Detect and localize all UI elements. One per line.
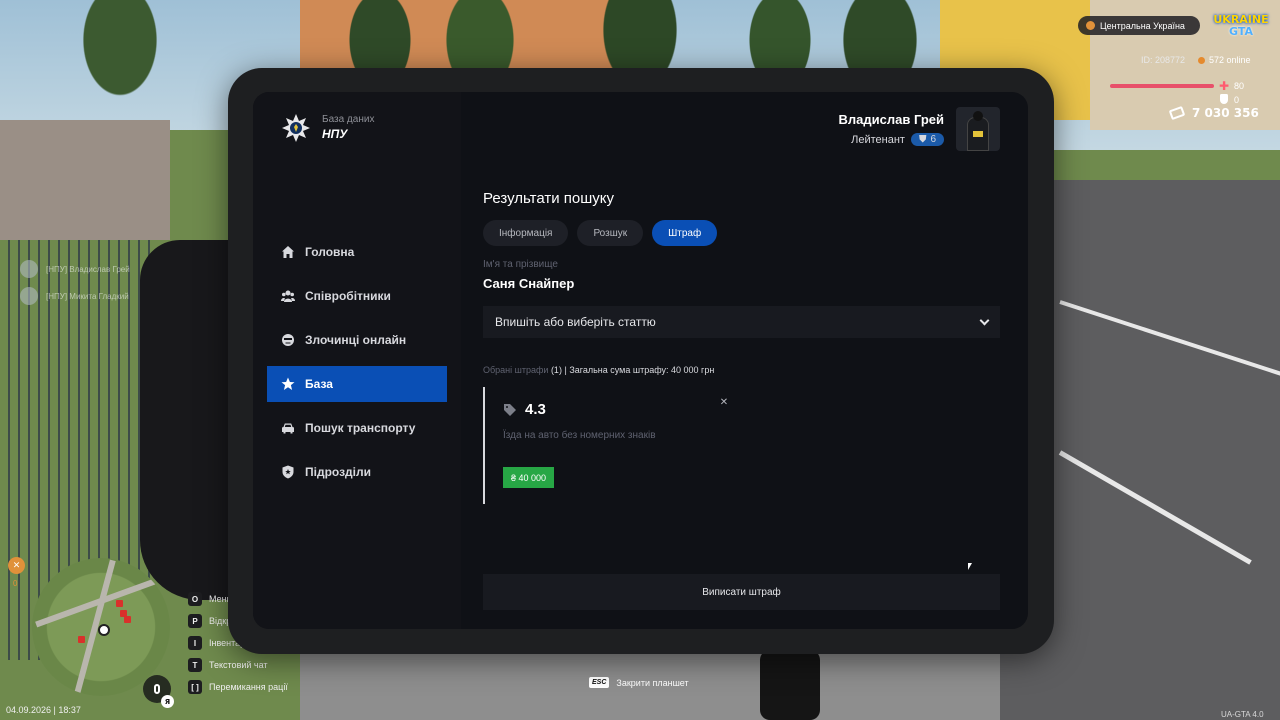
esc-key: ESC — [589, 677, 610, 688]
users-icon — [281, 289, 295, 303]
summary-label: Обрані штрафи — [483, 365, 549, 375]
voice-feed: [НПУ] Владислав Грей [НПУ] Микита Гладки… — [20, 260, 130, 314]
sidebar-item-employees[interactable]: Співробітники — [267, 278, 447, 314]
brand-subtitle: База даних — [322, 114, 375, 125]
sidebar-item-label: Злочинці онлайн — [305, 333, 407, 347]
sidebar-item-criminals[interactable]: Злочинці онлайн — [267, 322, 447, 358]
sidebar-nav: Головна Співробітники Злочинці онлайн Ба… — [267, 234, 447, 498]
food-icon: ✕ — [8, 557, 25, 574]
police-emblem-icon — [280, 112, 312, 144]
region-indicator: Центральна Україна — [1078, 16, 1200, 35]
star-icon — [281, 377, 295, 391]
chevron-down-icon — [979, 315, 990, 325]
close-tablet-label: Закрити планшет — [616, 677, 689, 688]
key-cap: T — [188, 658, 202, 672]
health-bar — [1110, 84, 1214, 88]
voice-feed-name: [НПУ] Владислав Грей — [46, 264, 130, 274]
minimap — [32, 558, 170, 696]
sidebar-item-label: Головна — [305, 245, 355, 259]
keybind-row: [ ] Перемикання рації — [188, 676, 288, 698]
avatar — [20, 287, 38, 305]
full-name-value: Саня Снайпер — [483, 276, 575, 291]
logo-text-bottom: GTA — [1229, 25, 1253, 38]
tag-icon — [504, 403, 516, 416]
sidebar-item-label: Пошук транспорту — [305, 421, 416, 435]
key-cap: P — [188, 614, 202, 628]
fines-summary: Обрані штрафи (1) | Загальна сума штрафу… — [483, 365, 714, 375]
voice-feed-item: [НПУ] Владислав Грей — [20, 260, 130, 278]
fine-card: 4.3 ✕ Їзда на авто без номерних знаків ₴… — [483, 387, 735, 504]
summary-count: (1) — [550, 365, 562, 375]
fine-code: 4.3 — [525, 401, 546, 418]
fine-code-row: 4.3 — [503, 401, 546, 418]
avatar — [20, 260, 38, 278]
datetime: 04.09.2026 | 18:37 — [6, 705, 81, 715]
money-icon — [1168, 105, 1186, 121]
sidebar-item-label: Співробітники — [305, 289, 391, 303]
car-icon — [281, 421, 295, 435]
sidebar-item-database[interactable]: База — [267, 366, 447, 402]
sidebar-item-label: База — [305, 377, 333, 391]
brand-title: НПУ — [322, 127, 348, 141]
summary-separator: | — [564, 365, 567, 375]
sidebar-item-vehicle-search[interactable]: Пошук транспорту — [267, 410, 447, 446]
online-label: 572 online — [1209, 55, 1251, 65]
brand: База даних НПУ — [280, 112, 374, 144]
remove-fine-button[interactable]: ✕ — [717, 395, 731, 409]
summary-total: Загальна сума штрафу: 40 000 грн — [569, 365, 715, 375]
issue-fine-button[interactable]: Виписати штраф — [483, 574, 1000, 610]
player-id: ID: 208772 — [1141, 55, 1186, 65]
sidebar-item-label: Підрозділи — [305, 465, 371, 479]
player-position-icon — [98, 624, 110, 636]
voice-feed-item: [НПУ] Микита Гладкий — [20, 287, 130, 305]
character — [760, 650, 820, 720]
sidebar-item-divisions[interactable]: Підрозділи — [267, 454, 447, 490]
tab-fine[interactable]: Штраф — [652, 220, 718, 246]
sidebar: База даних НПУ Головна Співробітники Зло… — [253, 92, 461, 629]
map-home-marker — [78, 636, 85, 643]
region-label: Центральна Україна — [1100, 20, 1185, 31]
page-title: Результати пошуку — [483, 190, 614, 207]
keybind-label: Перемикання рації — [209, 682, 288, 692]
tab-information[interactable]: Інформація — [483, 220, 569, 246]
mouse-cursor — [968, 563, 972, 570]
server-logo: UKRAINE GTA — [1212, 10, 1270, 42]
online-dot-icon — [1198, 56, 1205, 64]
sidebar-item-home[interactable]: Головна — [267, 234, 447, 270]
version-label: UA-GTA 4.0 — [1221, 710, 1264, 719]
mic-key: Я — [161, 695, 174, 708]
armor-value: 0 — [1234, 95, 1240, 105]
key-cap: [ ] — [188, 680, 202, 694]
keybind-label: Текстовий чат — [209, 660, 268, 670]
full-name-label: Ім'я та прізвище — [483, 259, 558, 270]
keybind-row: T Текстовий чат — [188, 654, 288, 676]
tablet-screen: База даних НПУ Головна Співробітники Зло… — [253, 92, 1028, 629]
fine-description: Їзда на авто без номерних знаків — [503, 430, 656, 441]
fine-price-badge: ₴ 40 000 — [503, 467, 555, 488]
armor-icon — [1220, 94, 1228, 104]
pavement — [0, 120, 170, 240]
main-content: Результати пошуку Інформація Розшук Штра… — [483, 92, 1001, 629]
key-cap: I — [188, 636, 202, 650]
key-cap: O — [188, 592, 202, 606]
shield-icon — [281, 465, 295, 479]
article-select-placeholder: Впишіть або виберіть статтю — [495, 315, 656, 329]
online-count: 572 online — [1198, 55, 1251, 65]
criminal-icon — [281, 333, 295, 347]
money-value: 7 030 356 — [1192, 106, 1259, 120]
voice-feed-name: [НПУ] Микита Гладкий — [46, 291, 129, 301]
health-cross-icon: ✚ — [1219, 79, 1230, 93]
map-marker — [124, 616, 131, 623]
brand-text: База даних НПУ — [322, 114, 374, 142]
article-select[interactable]: Впишіть або виберіть статтю — [483, 306, 1000, 338]
money-display: 7 030 356 — [1168, 105, 1259, 121]
region-crest-icon — [1086, 21, 1095, 30]
tab-wanted[interactable]: Розшук — [577, 220, 644, 246]
food-count: 0 — [13, 579, 18, 588]
map-marker — [116, 600, 123, 607]
result-tabs: Інформація Розшук Штраф — [483, 220, 718, 246]
health-value: 80 — [1234, 81, 1245, 91]
close-tablet-hint[interactable]: ESC Закрити планшет — [589, 677, 689, 688]
home-icon — [281, 245, 295, 259]
